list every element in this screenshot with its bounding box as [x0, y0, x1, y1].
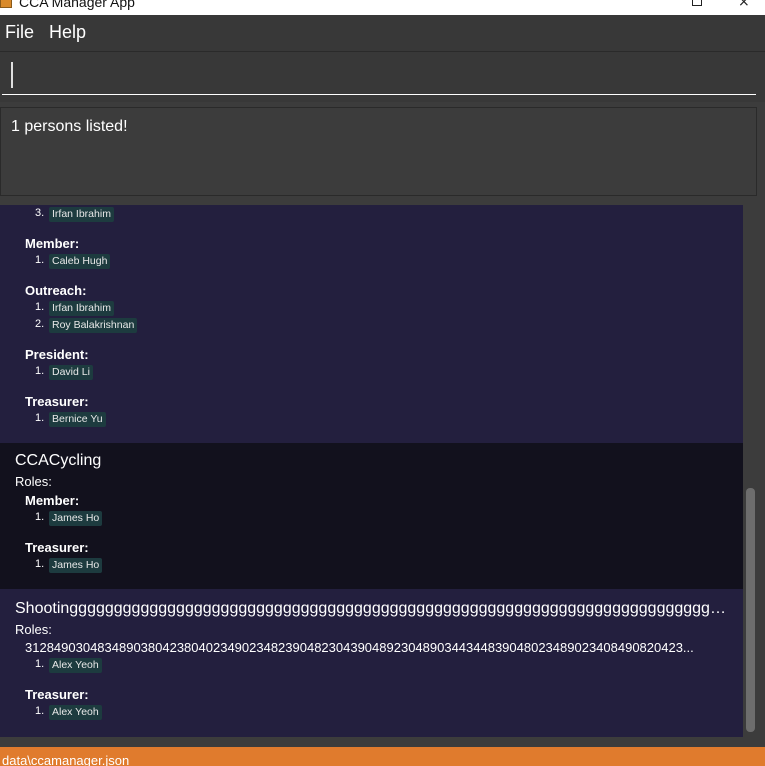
member-index: 1. — [35, 658, 45, 670]
member-index: 1. — [35, 511, 45, 523]
role-name: Outreach: — [25, 283, 87, 298]
status-bar: data\ccamanager.json — [0, 747, 765, 766]
member-index: 3. — [35, 207, 45, 219]
command-area — [0, 52, 765, 102]
role-name: Treasurer: — [25, 687, 89, 702]
role-name: 3128490304834890380423804023490234823904… — [25, 640, 694, 655]
maximize-icon[interactable] — [692, 0, 702, 6]
text-caret — [11, 62, 13, 88]
member-index: 1. — [35, 254, 45, 266]
member-index: 1. — [35, 301, 45, 313]
title-bar: CCA Manager App × — [0, 0, 765, 15]
list-item[interactable]: CCACycling Roles: Member: 1. James Ho Tr… — [0, 443, 743, 589]
menu-help[interactable]: Help — [49, 22, 86, 43]
member-index: 1. — [35, 412, 45, 424]
member-chip: David Li — [49, 365, 93, 380]
member-chip: James Ho — [49, 511, 103, 526]
app-icon — [0, 0, 12, 8]
member-chip: James Ho — [49, 558, 103, 573]
member-chip: Caleb Hugh — [49, 254, 111, 269]
roles-label: Roles: — [15, 622, 52, 637]
member-chip: Bernice Yu — [49, 412, 106, 427]
member-chip: Roy Balakrishnan — [49, 318, 138, 333]
member-chip: Alex Yeoh — [49, 705, 102, 720]
cca-name: CCACycling — [15, 452, 102, 469]
member-index: 2. — [35, 318, 45, 330]
menu-file[interactable]: File — [5, 22, 34, 43]
menu-bar: File Help — [0, 15, 765, 52]
role-name: Treasurer: — [25, 540, 89, 555]
member-chip: Irfan Ibrahim — [49, 207, 114, 222]
cca-name: Shootinggggggggggggggggggggggggggggggggg… — [15, 600, 731, 617]
role-name: Member: — [25, 493, 80, 508]
member-index: 1. — [35, 558, 45, 570]
member-index: 1. — [35, 705, 45, 717]
member-index: 1. — [35, 365, 45, 377]
scrollbar-thumb[interactable] — [746, 488, 755, 732]
result-display: 1 persons listed! — [0, 107, 757, 196]
member-chip: Alex Yeoh — [49, 658, 102, 673]
role-name: President: — [25, 347, 89, 362]
result-message: 1 persons listed! — [11, 118, 128, 135]
command-input[interactable] — [2, 59, 756, 95]
role-name: Treasurer: — [25, 394, 89, 409]
roles-label: Roles: — [15, 474, 52, 489]
list-item[interactable]: Shootinggggggggggggggggggggggggggggggggg… — [0, 589, 743, 737]
cca-list[interactable]: 3. Irfan Ibrahim Member: 1. Caleb Hugh O… — [0, 205, 743, 737]
close-icon[interactable]: × — [738, 0, 750, 10]
window-title: CCA Manager App — [19, 0, 135, 10]
role-name: Member: — [25, 236, 80, 251]
list-item[interactable]: 3. Irfan Ibrahim Member: 1. Caleb Hugh O… — [0, 205, 743, 443]
save-location: data\ccamanager.json — [2, 753, 130, 766]
member-chip: Irfan Ibrahim — [49, 301, 114, 316]
